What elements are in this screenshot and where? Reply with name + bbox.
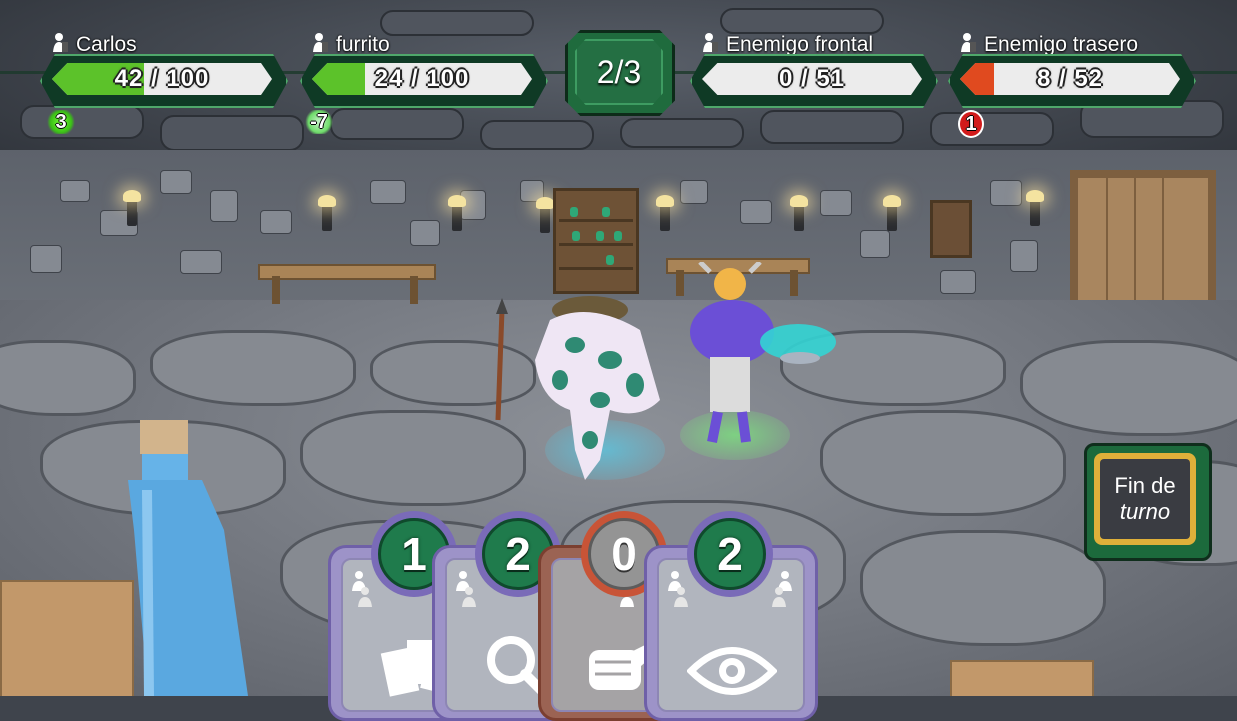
potion-bottle	[128, 420, 248, 696]
enemy-unit-front[interactable]: Enemigo frontal 0 / 51	[690, 30, 938, 110]
unit-name: furrito	[336, 33, 390, 56]
ally-unit-furrito[interactable]: furrito 24 / 100 -7	[300, 30, 548, 134]
end-turn-button[interactable]: Fin de turno	[1084, 443, 1212, 561]
end-turn-label: Fin de	[1114, 473, 1176, 498]
potion-shelf	[553, 188, 639, 294]
unit-name: Enemigo frontal	[726, 33, 874, 56]
enemy-unit-rear[interactable]: Enemigo trasero 8 / 52 1	[948, 30, 1196, 138]
health-value: 24 / 100	[374, 65, 470, 92]
enemy-character	[690, 262, 836, 443]
round-value: 2/3	[596, 53, 642, 90]
health-bar: 42 / 100	[40, 54, 288, 108]
person-icon	[313, 33, 328, 52]
torch	[790, 195, 808, 231]
regen-status-icon: 3	[46, 110, 76, 134]
target-person-icon	[674, 587, 688, 607]
health-value: 42 / 100	[114, 65, 210, 92]
ally-unit-carlos[interactable]: Carlos 42 / 100 3	[40, 30, 288, 134]
torch	[123, 190, 141, 226]
torch	[536, 197, 554, 233]
card-reveal[interactable]: 2	[644, 511, 818, 721]
furrito-character	[495, 296, 660, 480]
person-icon	[703, 33, 718, 52]
person-icon	[53, 33, 68, 52]
target-person-icon	[358, 587, 372, 607]
health-value: 8 / 52	[1036, 65, 1104, 92]
target-person-icon	[772, 587, 786, 607]
wall-window	[930, 200, 972, 258]
end-turn-label: turno	[1119, 499, 1171, 524]
torch	[656, 195, 674, 231]
torch	[318, 195, 336, 231]
health-bar: 24 / 100	[300, 54, 548, 108]
wooden-crate	[950, 660, 1094, 696]
card-cost: 2	[694, 518, 766, 590]
torch	[448, 195, 466, 231]
unit-name: Carlos	[76, 33, 137, 56]
unit-name: Enemigo trasero	[984, 33, 1139, 56]
health-bar: 8 / 52	[948, 54, 1196, 108]
wooden-crate	[0, 580, 134, 696]
health-value: 0 / 51	[778, 65, 846, 92]
round-counter: 2/3	[565, 30, 675, 116]
poison-status-icon: -7	[304, 110, 334, 134]
target-person-icon	[462, 587, 476, 607]
person-icon	[961, 33, 976, 52]
torch	[883, 195, 901, 231]
torch	[1026, 190, 1044, 226]
bleed-status-icon: 1	[958, 110, 984, 138]
health-bar: 0 / 51	[690, 54, 938, 108]
